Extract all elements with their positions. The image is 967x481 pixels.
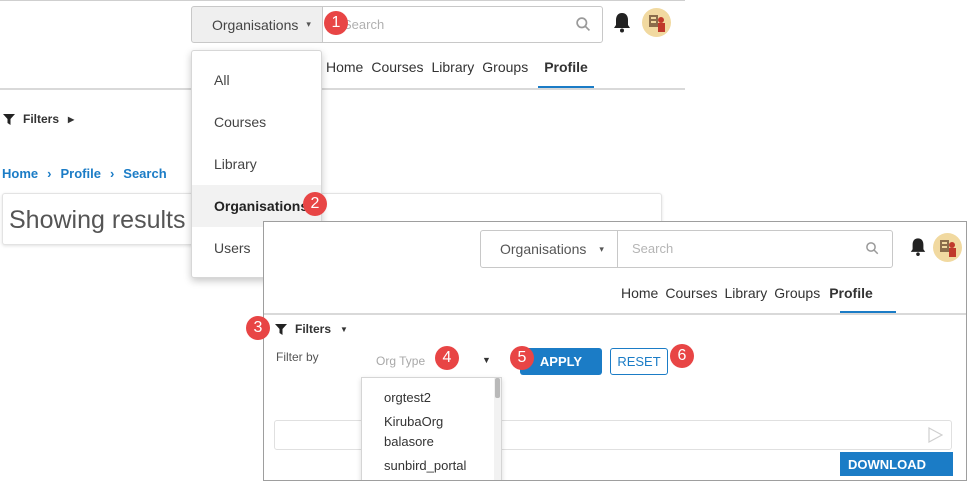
- breadcrumb: Home › Profile › Search: [2, 166, 167, 181]
- search-icon[interactable]: [575, 16, 592, 33]
- breadcrumb-profile[interactable]: Profile: [60, 166, 100, 181]
- dropdown-option-courses[interactable]: Courses: [192, 101, 321, 143]
- filters-toggle[interactable]: Filters ▼: [275, 322, 348, 336]
- nav-divider: [264, 313, 966, 315]
- avatar-icon: [940, 240, 956, 257]
- callout-badge-3: 3: [246, 316, 270, 340]
- org-type-options-list: orgtest2 KirubaOrg balasore sunbird_port…: [361, 377, 502, 480]
- chevron-right-icon: ›: [109, 166, 115, 181]
- caret-right-icon: ▶: [68, 114, 75, 124]
- search-input[interactable]: Search: [617, 230, 893, 268]
- main-nav: Home Courses Library Groups Profile: [326, 59, 596, 75]
- filter-funnel-icon: [3, 113, 15, 125]
- avatar-icon: [649, 15, 665, 32]
- chevron-down-icon: ▾: [599, 243, 604, 254]
- nav-item-groups[interactable]: Groups: [482, 59, 528, 75]
- nav-item-library[interactable]: Library: [432, 59, 475, 75]
- callout-badge-2: 2: [303, 192, 327, 216]
- avatar[interactable]: [933, 233, 962, 262]
- callout-badge-1: 1: [324, 11, 348, 35]
- org-type-option[interactable]: balasore: [384, 434, 434, 449]
- bell-icon[interactable]: [909, 236, 927, 257]
- dropdown-option-all[interactable]: All: [192, 59, 321, 101]
- nav-item-courses[interactable]: Courses: [665, 285, 717, 301]
- caret-down-icon: ▼: [340, 324, 348, 334]
- filters-label: Filters: [295, 322, 332, 336]
- nav-item-profile[interactable]: Profile: [544, 59, 588, 75]
- chevron-down-icon[interactable]: ▼: [482, 355, 491, 365]
- send-icon[interactable]: [928, 427, 943, 443]
- callout-badge-4: 4: [435, 346, 459, 370]
- main-nav: Home Courses Library Groups Profile: [621, 285, 880, 301]
- breadcrumb-home[interactable]: Home: [2, 166, 38, 181]
- avatar[interactable]: [642, 8, 671, 37]
- org-type-option[interactable]: sunbird_portal: [384, 458, 466, 473]
- category-selector-label: Organisations: [500, 241, 587, 257]
- chevron-down-icon: ▾: [306, 19, 311, 29]
- nav-item-courses[interactable]: Courses: [371, 59, 423, 75]
- callout-badge-5: 5: [510, 346, 534, 370]
- search-placeholder: Search: [343, 17, 385, 32]
- foreground-screen: Organisations ▾ Search Home Courses Libr…: [263, 221, 967, 481]
- dropdown-option-library[interactable]: Library: [192, 143, 321, 185]
- nav-item-groups[interactable]: Groups: [774, 285, 820, 301]
- org-type-option[interactable]: orgtest2: [384, 390, 431, 405]
- breadcrumb-search[interactable]: Search: [123, 166, 166, 181]
- filter-funnel-icon: [275, 323, 287, 335]
- nav-item-profile[interactable]: Profile: [829, 285, 873, 301]
- filters-label: Filters: [23, 112, 60, 126]
- reset-button[interactable]: RESET: [610, 348, 668, 375]
- org-type-select[interactable]: Org Type: [376, 354, 425, 368]
- search-icon[interactable]: [865, 241, 880, 256]
- filter-by-label: Filter by: [276, 350, 319, 364]
- top-divider: [0, 0, 685, 1]
- category-selector-label: Organisations: [212, 16, 299, 33]
- nav-item-home[interactable]: Home: [326, 59, 363, 75]
- chevron-right-icon: ›: [47, 166, 52, 181]
- category-selector-button[interactable]: Organisations ▾: [480, 230, 619, 268]
- search-input[interactable]: Search: [322, 6, 603, 43]
- download-button[interactable]: DOWNLOAD: [840, 452, 953, 476]
- category-selector-button[interactable]: Organisations ▾: [191, 6, 323, 43]
- filters-toggle[interactable]: Filters ▶: [3, 112, 74, 126]
- callout-badge-6: 6: [670, 344, 694, 368]
- scrollbar-thumb[interactable]: [495, 378, 500, 398]
- nav-item-library[interactable]: Library: [725, 285, 768, 301]
- nav-item-home[interactable]: Home: [621, 285, 658, 301]
- search-placeholder: Search: [632, 241, 674, 256]
- nav-divider: [0, 88, 685, 90]
- results-heading: Showing results ': [9, 206, 198, 234]
- bell-icon[interactable]: [612, 11, 632, 33]
- org-type-option[interactable]: KirubaOrg: [384, 414, 443, 429]
